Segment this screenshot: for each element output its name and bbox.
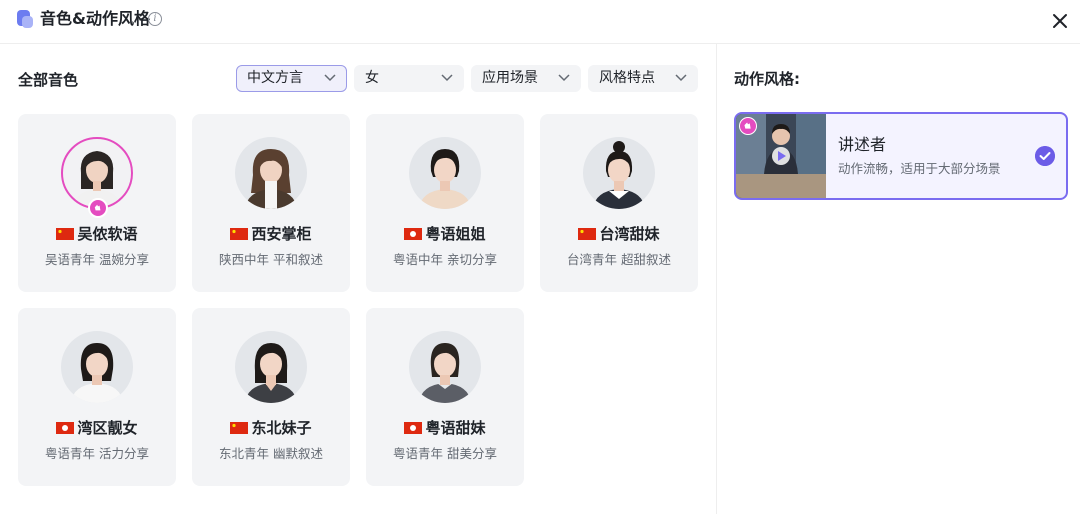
voice-name: 粤语姐姐: [425, 225, 486, 243]
avatar: [235, 137, 307, 209]
voice-desc: 粤语青年 活力分享: [45, 446, 149, 461]
avatar: [235, 331, 307, 403]
style-name: 讲述者: [838, 135, 887, 154]
info-icon[interactable]: i: [148, 12, 162, 26]
voice-desc: 粤语中年 亲切分享: [393, 252, 497, 267]
hot-badge-icon: [739, 117, 757, 135]
avatar-portrait-icon: [419, 149, 471, 209]
dialog-header: 音色&动作风格 i: [0, 0, 1080, 44]
motion-style-option[interactable]: 讲述者 动作流畅，适用于大部分场景: [734, 112, 1068, 200]
avatar-portrait-icon: [245, 149, 297, 209]
close-icon[interactable]: [1049, 10, 1071, 32]
voice-card[interactable]: 西安掌柜 陕西中年 平和叙述: [192, 114, 350, 292]
avatar: [583, 137, 655, 209]
style-desc: 动作流畅，适用于大部分场景: [838, 161, 1001, 176]
hongkong-flag-icon: [404, 422, 423, 434]
china-flag-icon: [230, 422, 249, 434]
voice-card[interactable]: 湾区靓女 粤语青年 活力分享: [18, 308, 176, 486]
voice-name: 东北妹子: [251, 419, 312, 437]
chevron-down-icon: [558, 74, 570, 82]
voice-card[interactable]: 台湾甜妹 台湾青年 超甜叙述: [540, 114, 698, 292]
avatar: [61, 331, 133, 403]
chevron-down-icon: [324, 74, 336, 82]
voice-desc: 粤语青年 甜美分享: [393, 446, 497, 461]
voice-desc: 台湾青年 超甜叙述: [567, 252, 671, 267]
voice-desc: 陕西中年 平和叙述: [219, 252, 323, 267]
voice-name: 西安掌柜: [251, 225, 312, 243]
filter-label: 应用场景: [482, 70, 538, 86]
avatar-portrait-icon: [419, 343, 471, 403]
voice-name: 吴侬软语: [77, 225, 138, 243]
filter-scene[interactable]: 应用场景: [471, 65, 581, 92]
filter-label: 风格特点: [599, 70, 655, 86]
voice-card[interactable]: 吴侬软语 吴语青年 温婉分享: [18, 114, 176, 292]
filter-gender[interactable]: 女: [354, 65, 464, 92]
voice-desc: 东北青年 幽默叙述: [219, 446, 323, 461]
voice-panel: 全部音色 中文方言 女 应用场景 风格特点 吴侬软语 吴语青年 温婉分享 西安掌…: [0, 44, 716, 514]
app-logo-icon: [17, 10, 33, 28]
filter-label: 女: [365, 70, 379, 86]
motion-style-label: 动作风格:: [734, 70, 800, 88]
avatar-portrait-icon: [73, 151, 121, 207]
filter-style[interactable]: 风格特点: [588, 65, 698, 92]
china-flag-icon: [56, 228, 75, 240]
chevron-down-icon: [441, 74, 453, 82]
panel-divider: [716, 44, 717, 514]
avatar-portrait-icon: [71, 343, 123, 403]
china-flag-icon: [230, 228, 249, 240]
hongkong-flag-icon: [56, 422, 75, 434]
voice-name: 湾区靓女: [77, 419, 138, 437]
chevron-down-icon: [675, 74, 687, 82]
voice-name: 台湾甜妹: [599, 225, 660, 243]
avatar-portrait-icon: [593, 141, 645, 209]
avatar: [409, 137, 481, 209]
hongkong-flag-icon: [404, 228, 423, 240]
avatar: [409, 331, 481, 403]
filter-label: 中文方言: [247, 70, 303, 86]
check-icon: [1035, 146, 1055, 166]
china-flag-icon: [578, 228, 597, 240]
voice-card[interactable]: 东北妹子 东北青年 幽默叙述: [192, 308, 350, 486]
voice-card[interactable]: 粤语姐姐 粤语中年 亲切分享: [366, 114, 524, 292]
filter-dialect[interactable]: 中文方言: [236, 65, 347, 92]
voice-name: 粤语甜妹: [425, 419, 486, 437]
hot-badge-icon: [88, 198, 108, 218]
avatar-portrait-icon: [245, 343, 297, 403]
voice-desc: 吴语青年 温婉分享: [45, 252, 149, 267]
style-thumbnail: [736, 114, 826, 198]
section-title: 全部音色: [18, 71, 79, 89]
voice-card[interactable]: 粤语甜妹 粤语青年 甜美分享: [366, 308, 524, 486]
dialog-title: 音色&动作风格: [40, 9, 150, 28]
